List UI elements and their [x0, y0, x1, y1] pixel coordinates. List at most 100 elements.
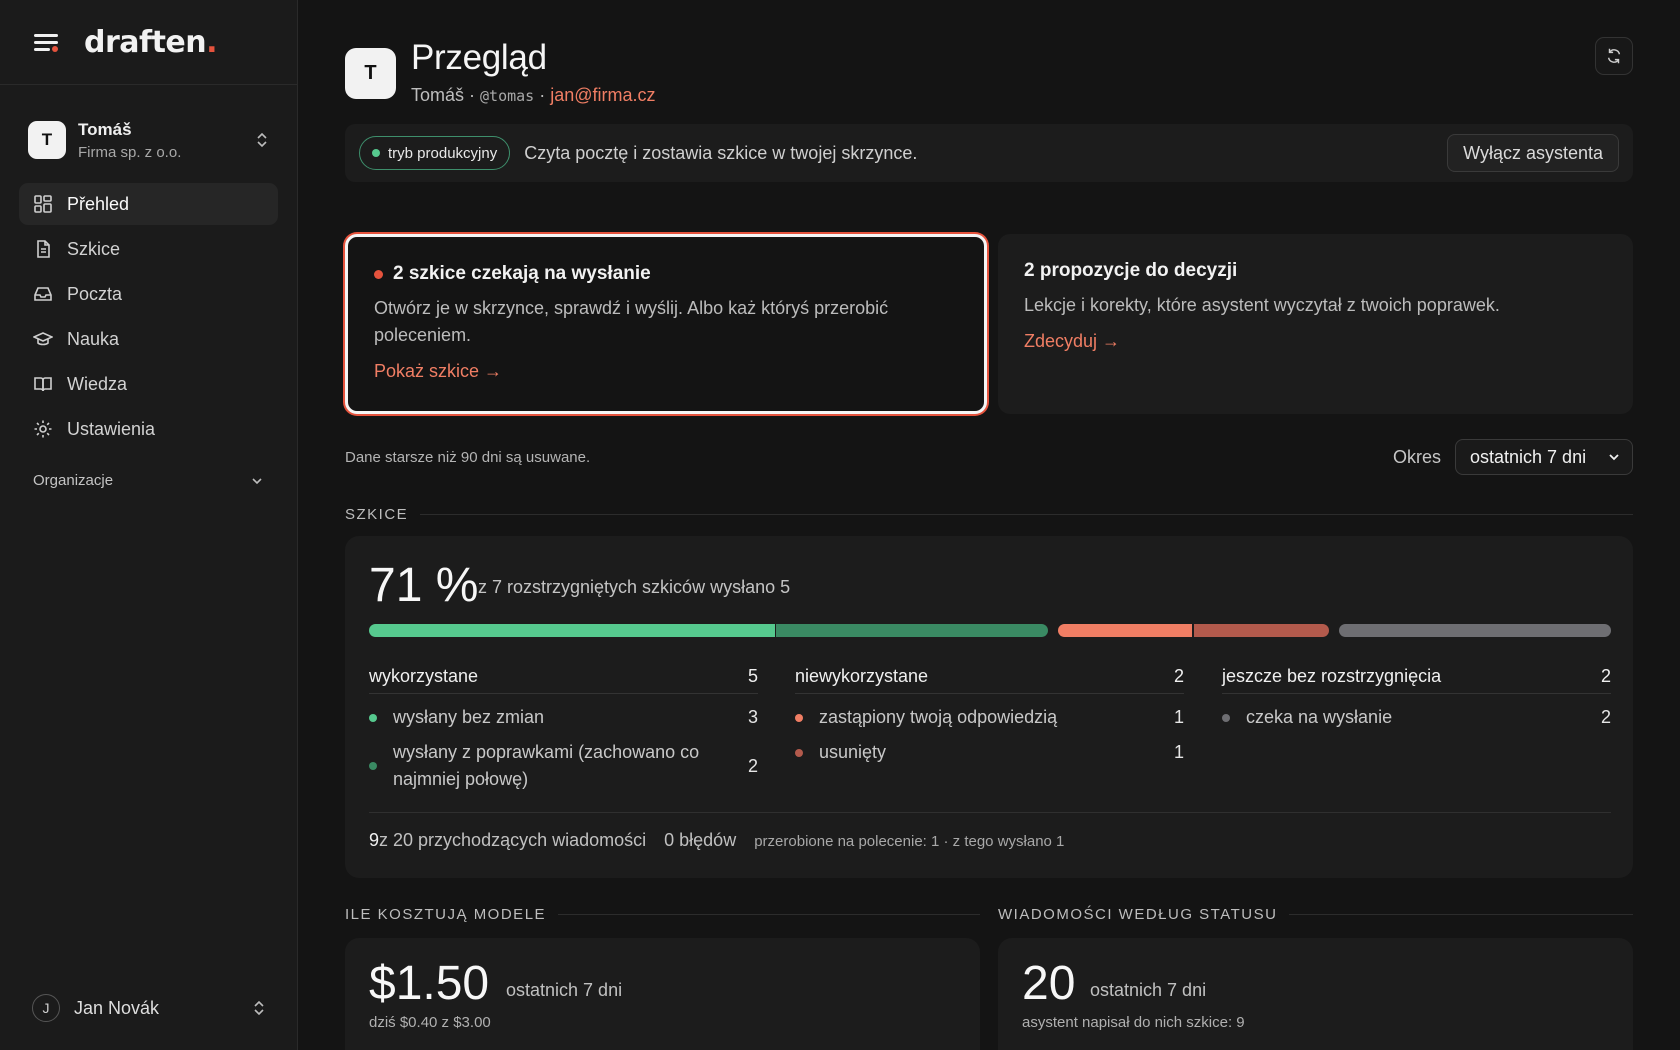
- chevron-up-down-icon: [254, 1000, 264, 1016]
- message-count: 20: [1022, 957, 1076, 1010]
- card-title: 2 szkice czekają na wysłanie: [393, 263, 651, 284]
- list-item: usunięty 1: [795, 739, 1184, 766]
- column-count: 2: [1173, 666, 1184, 686]
- list-item: wysłany z poprawkami (zachowano co najmn…: [369, 739, 758, 793]
- organizations-toggle[interactable]: Organizacje: [33, 472, 264, 489]
- bar-segment: [1193, 624, 1330, 637]
- costs-section-heading: ILE KOSZTUJĄ MODELE: [345, 906, 980, 923]
- status-dot: [795, 748, 803, 757]
- user-menu[interactable]: J Jan Novák: [0, 994, 298, 1022]
- show-drafts-link[interactable]: Pokaż szkice →: [374, 361, 502, 382]
- list-item: zastąpiony twoją odpowiedzią 1: [795, 704, 1184, 731]
- action-cards: 2 szkice czekają na wysłanie Otwórz je w…: [345, 234, 1633, 414]
- reworked-stats: przerobione na polecenie: 1 · z tego wys…: [754, 833, 1065, 850]
- organizations-label: Organizacje: [33, 472, 114, 489]
- divider: [369, 812, 1611, 813]
- user-name: Jan Novák: [74, 997, 160, 1018]
- page-title: Przegląd: [411, 38, 547, 77]
- column-title: wykorzystane: [369, 666, 479, 686]
- brand-row: draften.: [0, 0, 297, 85]
- drafts-section-heading: SZKICE: [345, 506, 1633, 523]
- incoming-count: 9: [369, 830, 380, 850]
- status-dot: [369, 762, 377, 770]
- decide-link[interactable]: Zdecyduj →: [1024, 331, 1120, 352]
- column-unused: niewykorzystane 2 zastąpiony twoją odpowi…: [795, 660, 1184, 766]
- usage-percent: 71 %: [369, 559, 479, 612]
- page-header: T Przegląd Tomáš · @tomas · jan@firma.cz: [345, 0, 1633, 120]
- account-avatar: T: [28, 121, 66, 159]
- card-text: Lekcje i korekty, które asystent wyczyta…: [1024, 295, 1500, 315]
- drafts-written: asystent napisał do nich szkice: 9: [1022, 1014, 1245, 1031]
- account-name: Tomáš: [78, 119, 132, 139]
- column-count: 5: [747, 666, 758, 686]
- chevron-down-icon: [1609, 454, 1619, 461]
- alert-dot: [374, 269, 383, 279]
- status-section-heading: WIADOMOŚCI WEDŁUG STATUSU: [998, 906, 1633, 923]
- cost-period: ostatnich 7 dni: [506, 980, 623, 1000]
- sidebar-item-label: Poczta: [67, 283, 123, 304]
- logo: draften.: [84, 24, 218, 60]
- document-icon: [37, 240, 50, 258]
- disable-assistant-button[interactable]: Wyłącz asystenta: [1447, 134, 1619, 172]
- status-period: ostatnich 7 dni: [1090, 980, 1207, 1000]
- period-label: Okres: [1392, 446, 1441, 467]
- profile-name: Tomáš: [411, 85, 465, 105]
- status-dot: [372, 149, 380, 157]
- cost-amount: $1.50: [369, 957, 490, 1010]
- cost-today: dziś $0.40 z $3.00: [369, 1014, 491, 1031]
- main-content: T Przegląd Tomáš · @tomas · jan@firma.cz…: [345, 0, 1633, 1050]
- sidebar-item-settings[interactable]: Ustawienia: [19, 408, 278, 450]
- gear-icon: [34, 420, 52, 438]
- profile-email[interactable]: jan@firma.cz: [550, 85, 655, 105]
- page-subtitle: Tomáš · @tomas · jan@firma.cz: [411, 85, 656, 105]
- book-open-icon: [34, 377, 52, 392]
- pending-drafts-card: 2 szkice czekają na wysłanie Otwórz je w…: [345, 234, 987, 414]
- sidebar-item-mail[interactable]: Poczta: [19, 273, 278, 315]
- errors-count: 0 błędów: [664, 830, 737, 850]
- proposals-card: 2 propozycje do decyzji Lekcje i korekty…: [998, 234, 1633, 414]
- menu-icon[interactable]: [34, 32, 58, 52]
- costs-card: $1.50 ostatnich 7 dni dziś $0.40 z $3.00: [345, 938, 980, 1050]
- status-card: 20 ostatnich 7 dni asystent napisał do n…: [998, 938, 1633, 1050]
- column-title: niewykorzystane: [795, 666, 929, 686]
- bar-segment: [1339, 624, 1611, 637]
- banner-text: Czyta pocztę i zostawia szkice w twojej …: [524, 142, 918, 163]
- sidebar-item-label: Wiedza: [67, 373, 128, 394]
- refresh-icon: [1607, 48, 1621, 64]
- chevron-down-icon: [252, 477, 262, 484]
- graduation-cap-icon: [33, 332, 53, 346]
- sidebar-nav: Přehled Szkice Poczta Nauka Wiedza Ustaw…: [0, 183, 297, 450]
- retention-note: Dane starsze niż 90 dni są usuwane.: [345, 448, 591, 466]
- account-org: Firma sp. z o.o.: [78, 143, 182, 161]
- sidebar-item-drafts[interactable]: Szkice: [19, 228, 278, 270]
- profile-handle: @tomas: [480, 87, 535, 105]
- column-count: 2: [1600, 666, 1611, 686]
- inbox-icon: [34, 287, 52, 301]
- refresh-button[interactable]: [1595, 37, 1633, 75]
- incoming-text: z 20 przychodzących wiadomości: [379, 830, 647, 850]
- column-title: jeszcze bez rozstrzygnięcia: [1222, 666, 1442, 686]
- status-dot: [369, 713, 377, 722]
- mode-badge: tryb produkcyjny: [359, 136, 511, 170]
- assistant-banner: tryb produkcyjny Czyta pocztę i zostawia…: [345, 124, 1633, 182]
- sidebar-item-label: Ustawienia: [67, 418, 156, 439]
- sidebar-item-overview[interactable]: Přehled: [19, 183, 278, 225]
- account-switcher[interactable]: T Tomáš Firma sp. z o.o.: [0, 116, 297, 164]
- period-value: ostatnich 7 dni: [1470, 446, 1587, 467]
- profile-avatar: T: [345, 48, 396, 99]
- chevron-up-down-icon: [257, 132, 267, 148]
- bar-segment: [1057, 624, 1193, 637]
- column-used: wykorzystane 5 wysłany bez zmian 3 wysłan…: [369, 660, 758, 793]
- sidebar-item-learning[interactable]: Nauka: [19, 318, 278, 360]
- sidebar-item-knowledge[interactable]: Wiedza: [19, 363, 278, 405]
- drafts-footer-stats: 9 z 20 przychodzących wiadomości 0 błędó…: [369, 830, 1064, 851]
- status-dot: [1222, 713, 1230, 722]
- list-item: wysłany bez zmian 3: [369, 704, 758, 731]
- user-avatar: J: [32, 994, 60, 1022]
- dashboard-grid-icon: [34, 195, 52, 213]
- drafts-stats-card: 71 % z 7 rozstrzygniętych szkiców wysłan…: [345, 536, 1633, 878]
- bar-segment: [369, 624, 775, 637]
- sidebar: draften. T Tomáš Firma sp. z o.o. Přehle…: [0, 0, 298, 1050]
- period-select[interactable]: ostatnich 7 dni: [1455, 439, 1633, 475]
- bar-segment: [776, 624, 1048, 637]
